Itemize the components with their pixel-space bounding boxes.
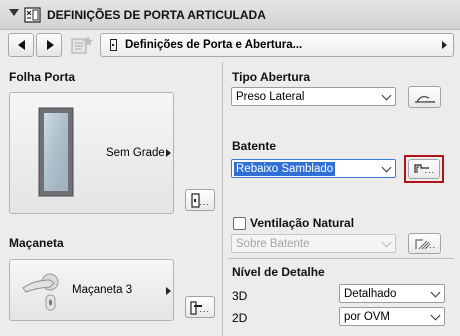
navigation-bar: Definições de Porta e Abertura... <box>4 33 454 58</box>
chevron-down-icon <box>381 162 392 173</box>
settings-dots: ... <box>199 197 210 207</box>
ventilation-label: Ventilação Natural <box>250 216 355 230</box>
page-selector-label: Definições de Porta e Abertura... <box>125 39 303 51</box>
frame-select[interactable]: Rebaixo Samblado <box>231 159 396 178</box>
detail-2d-label: 2D <box>232 311 248 325</box>
ventilation-select[interactable]: Sobre Batente <box>231 234 396 253</box>
ventilation-settings-button[interactable]: ... <box>408 233 441 254</box>
chevron-right-icon <box>47 40 54 50</box>
column-divider <box>222 62 223 336</box>
chevron-right-icon <box>442 41 447 49</box>
detail-2d-select[interactable]: por OVM <box>339 307 445 326</box>
panel-title: DEFINIÇÕES DE PORTA ARTICULADA <box>47 8 266 22</box>
folha-porta-title: Folha Porta <box>9 70 76 84</box>
chevron-down-icon <box>430 287 441 298</box>
ventilation-value: Sobre Batente <box>236 238 310 250</box>
chevron-down-icon <box>381 90 392 101</box>
door-leaf-image <box>38 107 74 197</box>
frame-settings-button[interactable]: ... <box>408 159 440 179</box>
detail-2d-value: por OVM <box>344 311 391 323</box>
tipo-abertura-title: Tipo Abertura <box>232 70 311 84</box>
chevron-right-icon <box>166 287 171 295</box>
handle-settings-button[interactable]: ... <box>185 296 215 318</box>
door-leaf-preview[interactable]: Sem Grade <box>9 92 174 214</box>
section-divider <box>228 258 454 259</box>
macaneta-title: Maçaneta <box>9 236 64 250</box>
door-icon <box>110 39 117 51</box>
detail-3d-label: 3D <box>232 289 248 303</box>
batente-title: Batente <box>232 139 277 153</box>
settings-dots: ... <box>425 240 436 250</box>
chevron-down-icon <box>430 310 441 321</box>
handle-preview[interactable]: Maçaneta 3 <box>9 259 174 321</box>
door-leaf-label: Sem Grade <box>106 147 165 159</box>
detail-3d-select[interactable]: Detalhado <box>339 284 445 303</box>
ventilation-checkbox[interactable] <box>233 217 246 230</box>
previous-page-button[interactable] <box>8 33 34 57</box>
door-settings-icon <box>24 7 41 23</box>
chevron-right-icon <box>166 149 171 157</box>
settings-dots: ... <box>425 94 436 104</box>
handle-label: Maçaneta 3 <box>72 284 133 296</box>
opening-type-value: Preso Lateral <box>236 91 305 103</box>
chevron-down-icon <box>381 237 392 248</box>
collapse-arrow-icon[interactable] <box>9 9 19 16</box>
door-handle-image <box>22 273 59 311</box>
opening-type-select[interactable]: Preso Lateral <box>231 87 396 106</box>
chevron-left-icon <box>18 40 25 50</box>
frame-value: Rebaixo Samblado <box>234 162 336 176</box>
settings-dots: ... <box>424 165 435 175</box>
detail-level-title: Nível de Detalhe <box>232 265 325 279</box>
opening-type-settings-button[interactable]: ... <box>408 86 441 108</box>
settings-dots: ... <box>199 304 210 314</box>
favorites-icon[interactable] <box>68 33 96 57</box>
panel-header[interactable]: DEFINIÇÕES DE PORTA ARTICULADA <box>0 0 460 30</box>
next-page-button[interactable] <box>36 33 62 57</box>
detail-3d-value: Detalhado <box>344 288 397 300</box>
door-leaf-settings-button[interactable]: ... <box>185 189 215 211</box>
page-selector[interactable]: Definições de Porta e Abertura... <box>100 33 454 57</box>
